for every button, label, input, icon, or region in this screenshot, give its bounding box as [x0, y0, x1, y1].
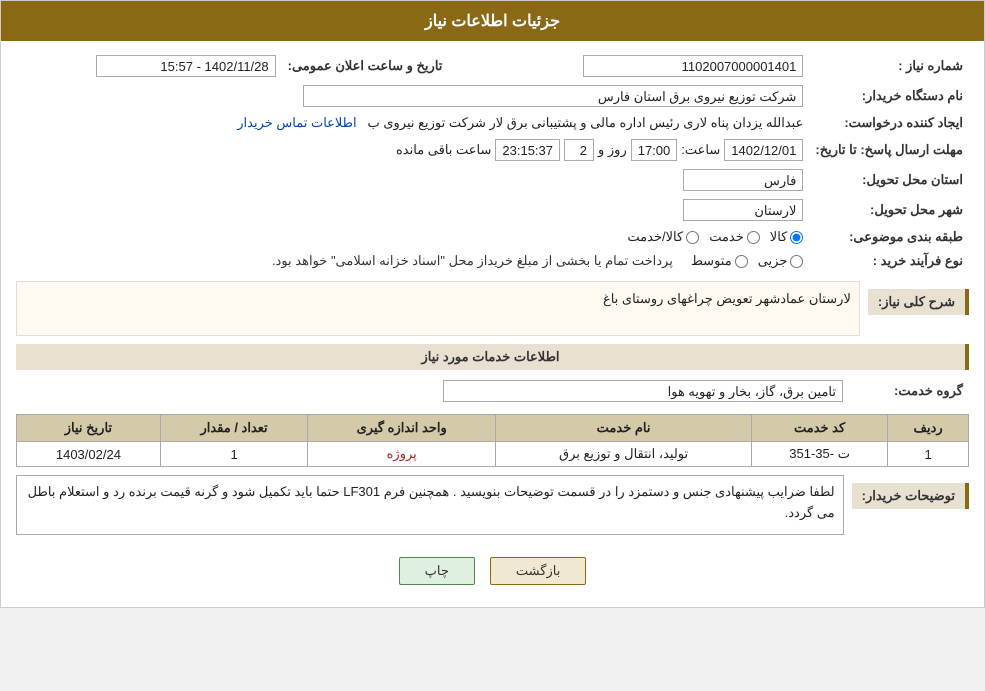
tossif-box: لطفا ضرایب پیشنهادی جنس و دستمزد را در ق… [16, 475, 844, 535]
time-box: 17:00 [631, 139, 678, 161]
row-ostan: استان محل تحویل: فارس [16, 165, 969, 195]
tabaqe-label: طبقه بندی موضوعی: [809, 225, 969, 249]
label-khedmat: خدمت [709, 229, 744, 245]
main-container: جزئیات اطلاعات نیاز شماره نیاز : 1102007… [0, 0, 985, 608]
gorooh-row: گروه خدمت: تامین برق، گاز، بخار و تهویه … [16, 376, 969, 406]
page-title: جزئیات اطلاعات نیاز [425, 13, 560, 30]
saat-baqi-box: 23:15:37 [495, 139, 560, 161]
nam-dastgah-value: شرکت توزیع نیروی برق استان فارس [16, 81, 809, 111]
ijad-text: عبدالله یزدان پناه لاری رئیس اداره مالی … [367, 115, 803, 130]
shomara-niaz-box: 1102007000001401 [583, 55, 803, 77]
print-button[interactable]: چاپ [399, 557, 475, 585]
service-table-header-row: ردیف کد خدمت نام خدمت واحد اندازه گیری ت… [17, 415, 969, 442]
gorooh-label: گروه خدمت: [849, 376, 969, 406]
tarikhe-elam-label: تاریخ و ساعت اعلان عمومی: [282, 51, 449, 81]
date-box: 1402/12/01 [724, 139, 803, 161]
service-section-title: اطلاعات خدمات مورد نیاز [16, 344, 969, 370]
row-tabaqe: طبقه بندی موضوعی: کالا خدمت [16, 225, 969, 249]
sharh-value: لارستان عمادشهر تعویض چراغهای روستای باغ [603, 291, 851, 306]
ostan-box: فارس [683, 169, 803, 191]
row-noe-farayand: نوع فرآیند خرید : جزیی متوسط پرداخت تمام… [16, 249, 969, 273]
shahr-box: لارستان [683, 199, 803, 221]
table-row: 1ت -35-351تولید، انتقال و توزیع برقپروژه… [17, 442, 969, 467]
shomara-niaz-label: شماره نیاز : [809, 51, 969, 81]
sharh-section: شرح کلی نیاز: لارستان عمادشهر تعویض چراغ… [16, 281, 969, 336]
info-table: شماره نیاز : 1102007000001401 تاریخ و سا… [16, 51, 969, 273]
rooz-label: روز و [598, 142, 627, 158]
sharh-box: لارستان عمادشهر تعویض چراغهای روستای باغ [16, 281, 860, 336]
radio-khedmat[interactable] [747, 231, 760, 244]
content-area: شماره نیاز : 1102007000001401 تاریخ و سا… [1, 41, 984, 607]
tossif-value: لطفا ضرایب پیشنهادی جنس و دستمزد را در ق… [28, 484, 835, 520]
row-ijad: ایجاد کننده درخواست: عبدالله یزدان پناه … [16, 111, 969, 135]
tabaqe-kala: کالا [770, 229, 804, 245]
cell-date: 1403/02/24 [17, 442, 161, 467]
radio-motavaset[interactable] [735, 255, 748, 268]
sharh-box-area: لارستان عمادشهر تعویض چراغهای روستای باغ [16, 281, 860, 336]
row-mohlet: مهلت ارسال پاسخ: تا تاریخ: 1402/12/01 سا… [16, 135, 969, 165]
label-jozi: جزیی [758, 253, 788, 269]
tossif-section: توضیحات خریدار: لطفا ضرایب پیشنهادی جنس … [16, 475, 969, 535]
row-shahr: شهر محل تحویل: لارستان [16, 195, 969, 225]
saat-baqi-label: ساعت باقی مانده [396, 142, 491, 158]
cell-unit: پروژه [308, 442, 496, 467]
col-count: تعداد / مقدار [160, 415, 308, 442]
col-radif: ردیف [888, 415, 969, 442]
service-table-body: 1ت -35-351تولید، انتقال و توزیع برقپروژه… [17, 442, 969, 467]
label-motavaset: متوسط [691, 253, 732, 269]
row-nam-dastgah: نام دستگاه خریدار: شرکت توزیع نیروی برق … [16, 81, 969, 111]
tarikhe-elam-value: 1402/11/28 - 15:57 [16, 51, 282, 81]
label-kala: کالا [770, 229, 788, 245]
gorooh-box: تامین برق، گاز، بخار و تهویه هوا [443, 380, 843, 402]
cell-kod: ت -35-351 [752, 442, 888, 467]
date-row: 1402/12/01 ساعت: 17:00 روز و 2 23:15:37 … [22, 139, 803, 161]
time-label: ساعت: [681, 142, 720, 158]
ostan-label: استان محل تحویل: [809, 165, 969, 195]
ijad-label: ایجاد کننده درخواست: [809, 111, 969, 135]
gorooh-table: گروه خدمت: تامین برق، گاز، بخار و تهویه … [16, 376, 969, 406]
col-kod: کد خدمت [752, 415, 888, 442]
service-table: ردیف کد خدمت نام خدمت واحد اندازه گیری ت… [16, 414, 969, 467]
mohlet-row: 1402/12/01 ساعت: 17:00 روز و 2 23:15:37 … [16, 135, 809, 165]
tabaqe-khedmat: خدمت [709, 229, 760, 245]
ijad-value: عبدالله یزدان پناه لاری رئیس اداره مالی … [16, 111, 809, 135]
service-table-head: ردیف کد خدمت نام خدمت واحد اندازه گیری ت… [17, 415, 969, 442]
tossif-label: توضیحات خریدار: [852, 483, 969, 509]
tarikhe-elam-box: 1402/11/28 - 15:57 [96, 55, 276, 77]
col-date: تاریخ نیاز [17, 415, 161, 442]
radio-kala[interactable] [790, 231, 803, 244]
gorooh-value: تامین برق، گاز، بخار و تهویه هوا [16, 376, 849, 406]
cell-name: تولید، انتقال و توزیع برق [496, 442, 752, 467]
page-header: جزئیات اطلاعات نیاز [1, 1, 984, 41]
tabaqe-radio-row: کالا خدمت کالا/خدمت [22, 229, 803, 245]
ijad-link[interactable]: اطلاعات تماس خریدار [237, 115, 356, 130]
shomara-niaz-value: 1102007000001401 [488, 51, 809, 81]
col-name: نام خدمت [496, 415, 752, 442]
nam-dastgah-box: شرکت توزیع نیروی برق استان فارس [303, 85, 803, 107]
noe-farayand-label: نوع فرآیند خرید : [809, 249, 969, 273]
radio-jozi[interactable] [790, 255, 803, 268]
noe-farayand-note: پرداخت تمام یا بخشی از مبلغ خریداز محل "… [272, 253, 673, 269]
farayand-jozi: جزیی [758, 253, 804, 269]
col-unit: واحد اندازه گیری [308, 415, 496, 442]
rooz-box: 2 [564, 139, 594, 161]
shahr-label: شهر محل تحویل: [809, 195, 969, 225]
cell-radif: 1 [888, 442, 969, 467]
radio-kala-khedmat[interactable] [686, 231, 699, 244]
farayand-motavaset: متوسط [691, 253, 748, 269]
noe-farayand-radio-row: جزیی متوسط پرداخت تمام یا بخشی از مبلغ خ… [22, 253, 803, 269]
row-shomara: شماره نیاز : 1102007000001401 تاریخ و سا… [16, 51, 969, 81]
nam-dastgah-label: نام دستگاه خریدار: [809, 81, 969, 111]
label-kala-khedmat: کالا/خدمت [627, 229, 683, 245]
mohlet-label: مهلت ارسال پاسخ: تا تاریخ: [809, 135, 969, 165]
cell-count: 1 [160, 442, 308, 467]
sharh-label: شرح کلی نیاز: [868, 289, 969, 315]
tabaqe-kala-khedmat: کالا/خدمت [627, 229, 699, 245]
button-row: بازگشت چاپ [16, 545, 969, 597]
back-button[interactable]: بازگشت [490, 557, 586, 585]
